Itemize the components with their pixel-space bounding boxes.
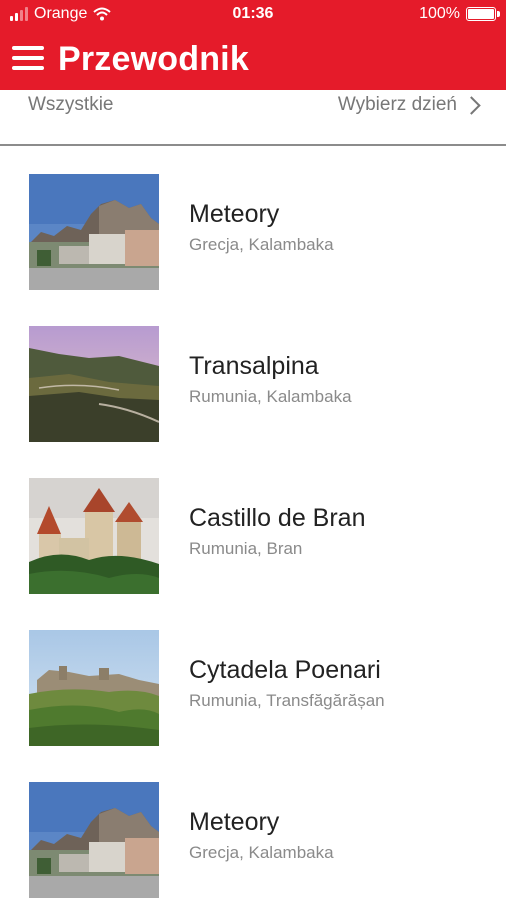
chevron-right-icon	[462, 95, 481, 115]
choose-day-button[interactable]: Wybierz dzień	[337, 94, 481, 116]
place-location: Grecja, Kalambaka	[189, 843, 334, 862]
place-thumbnail	[29, 174, 159, 290]
place-location: Grecja, Kalambaka	[189, 235, 334, 254]
list-item[interactable]: Cytadela Poenari Rumunia, Transfăgărășan	[0, 602, 506, 754]
app-bar: Przewodnik	[0, 28, 506, 90]
list-item[interactable]: Meteory Grecja, Kalambaka	[0, 146, 506, 298]
mountain-road-image	[29, 326, 159, 442]
status-right: 100%	[419, 5, 500, 23]
poenari-citadel-image	[29, 630, 159, 746]
place-title: Meteory	[189, 200, 280, 228]
filter-bar: Wszystkie Wybierz dzień	[0, 90, 506, 146]
place-thumbnail	[29, 326, 159, 442]
choose-day-label: Wybierz dzień	[337, 94, 457, 115]
place-title: Castillo de Bran	[189, 504, 366, 532]
place-thumbnail	[29, 782, 159, 898]
place-location: Rumunia, Bran	[189, 539, 303, 558]
battery-level	[468, 9, 494, 19]
hamburger-menu-icon[interactable]	[10, 44, 46, 72]
list-item[interactable]: Castillo de Bran Rumunia, Bran	[0, 450, 506, 602]
list-item[interactable]: Transalpina Rumunia, Kalambaka	[0, 298, 506, 450]
filter-all-button[interactable]: Wszystkie	[28, 94, 114, 116]
app-title: Przewodnik	[58, 40, 249, 78]
bran-castle-image	[29, 478, 159, 594]
place-thumbnail	[29, 478, 159, 594]
list-item[interactable]: Meteory Grecja, Kalambaka	[0, 754, 506, 906]
meteora-town-image	[29, 782, 159, 898]
place-title: Meteory	[189, 808, 280, 836]
status-bar: Orange 01:36 100%	[0, 0, 506, 28]
meteora-town-image	[29, 174, 159, 290]
battery-percent: 100%	[419, 5, 460, 22]
place-title: Cytadela Poenari	[189, 656, 381, 684]
place-title: Transalpina	[189, 352, 319, 380]
place-location: Rumunia, Transfăgărășan	[189, 691, 385, 710]
place-thumbnail	[29, 630, 159, 746]
place-location: Rumunia, Kalambaka	[189, 387, 352, 406]
battery-icon	[466, 7, 500, 21]
